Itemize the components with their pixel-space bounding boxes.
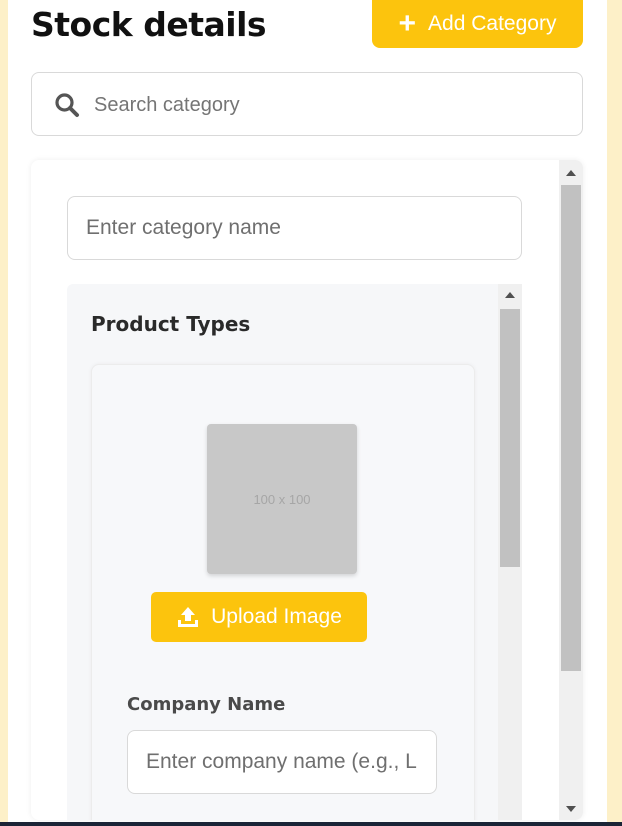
scroll-up-icon[interactable]: [559, 164, 583, 182]
product-types-section: Product Types 100 x 100 Upload Image Com…: [67, 284, 522, 820]
scrollbar-thumb[interactable]: [500, 309, 520, 567]
upload-icon: [178, 607, 199, 627]
search-input[interactable]: [92, 85, 566, 125]
scroll-down-icon[interactable]: [559, 800, 583, 818]
taskbar-edge: [0, 822, 622, 826]
image-placeholder: 100 x 100: [207, 424, 357, 574]
search-icon: [55, 93, 79, 117]
product-type-card: 100 x 100 Upload Image Company Name: [91, 364, 475, 820]
category-name-input[interactable]: [67, 196, 522, 260]
upload-image-button[interactable]: Upload Image: [151, 592, 367, 642]
card-scrollbar[interactable]: [559, 160, 583, 820]
company-name-input[interactable]: [127, 730, 437, 794]
search-bar: [31, 72, 583, 136]
image-placeholder-text: 100 x 100: [253, 491, 311, 507]
company-name-label: Company Name: [127, 694, 286, 715]
category-form-card: Product Types 100 x 100 Upload Image Com…: [31, 160, 583, 820]
product-types-scrollbar[interactable]: [498, 284, 522, 820]
product-types-title: Product Types: [91, 312, 251, 336]
add-category-button[interactable]: + Add Category: [372, 0, 583, 48]
upload-image-label: Upload Image: [211, 605, 342, 628]
plus-icon: +: [398, 7, 417, 40]
add-category-label: Add Category: [428, 12, 557, 35]
scroll-up-icon[interactable]: [498, 286, 522, 304]
scrollbar-thumb[interactable]: [561, 185, 581, 671]
page-title: Stock details: [31, 5, 267, 44]
